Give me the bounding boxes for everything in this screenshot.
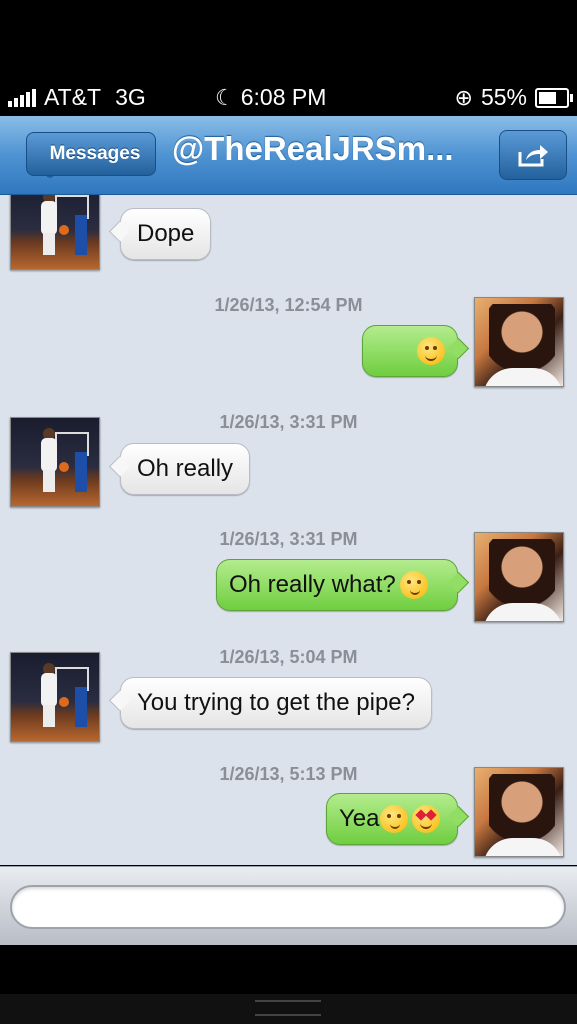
navigation-bar: Messages @TheRealJRSm... (0, 116, 577, 195)
battery-percent: 55% (480, 84, 527, 110)
carrier-label: AT&T (44, 84, 102, 110)
battery-icon (535, 87, 573, 108)
message-text: Yea (339, 805, 380, 832)
conversation-title: @TheRealJRSm... (172, 130, 454, 167)
message-text: You trying to get the pipe? (137, 689, 415, 716)
compose-bar (0, 866, 577, 945)
message-bubble-incoming[interactable]: Oh really (120, 443, 251, 495)
contact-avatar (10, 417, 100, 507)
user-avatar (474, 532, 564, 622)
smirk-emoji-icon (379, 805, 408, 833)
contact-avatar (10, 652, 100, 742)
rotation-lock-icon: ⊕ (454, 84, 473, 110)
signal-icon (8, 88, 36, 107)
smile-emoji-icon (417, 337, 445, 365)
message-bubble-outgoing[interactable]: Yea (326, 793, 458, 845)
grabber-icon[interactable] (255, 1000, 321, 1016)
message-input[interactable] (10, 885, 566, 929)
message-bubble-incoming[interactable]: You trying to get the pipe? (120, 677, 432, 729)
contact-avatar (10, 195, 100, 270)
back-button-label: Messages (26, 132, 156, 176)
share-button[interactable] (499, 130, 567, 180)
user-avatar (474, 297, 564, 387)
back-button[interactable]: Messages (12, 132, 156, 180)
moon-icon: ☾ (215, 84, 235, 110)
message-text: Dope (137, 220, 195, 247)
clock: 6:08 PM (240, 84, 327, 110)
message-bubble-outgoing[interactable]: Oh really what? (216, 559, 458, 611)
heart-eyes-emoji-icon (411, 805, 440, 833)
message-bubble-outgoing[interactable] (362, 325, 458, 377)
smirk-emoji-icon (399, 571, 428, 599)
conversation-view[interactable]: Dope 1/26/13, 12:54 PM 1/26/13, 3:31 PM … (0, 195, 577, 865)
share-icon (518, 145, 548, 167)
status-left: AT&T 3G (8, 84, 146, 111)
user-avatar (474, 767, 564, 857)
home-bar (0, 994, 577, 1024)
message-text: Oh really what? (229, 571, 396, 598)
status-right: ⊕ 55% (454, 84, 573, 111)
network-label: 3G (115, 84, 146, 110)
status-bar: AT&T 3G ☾ 6:08 PM ⊕ 55% (0, 80, 577, 116)
message-text: Oh really (137, 455, 234, 482)
message-bubble-incoming[interactable]: Dope (120, 208, 212, 260)
status-center: ☾ 6:08 PM (215, 84, 326, 111)
